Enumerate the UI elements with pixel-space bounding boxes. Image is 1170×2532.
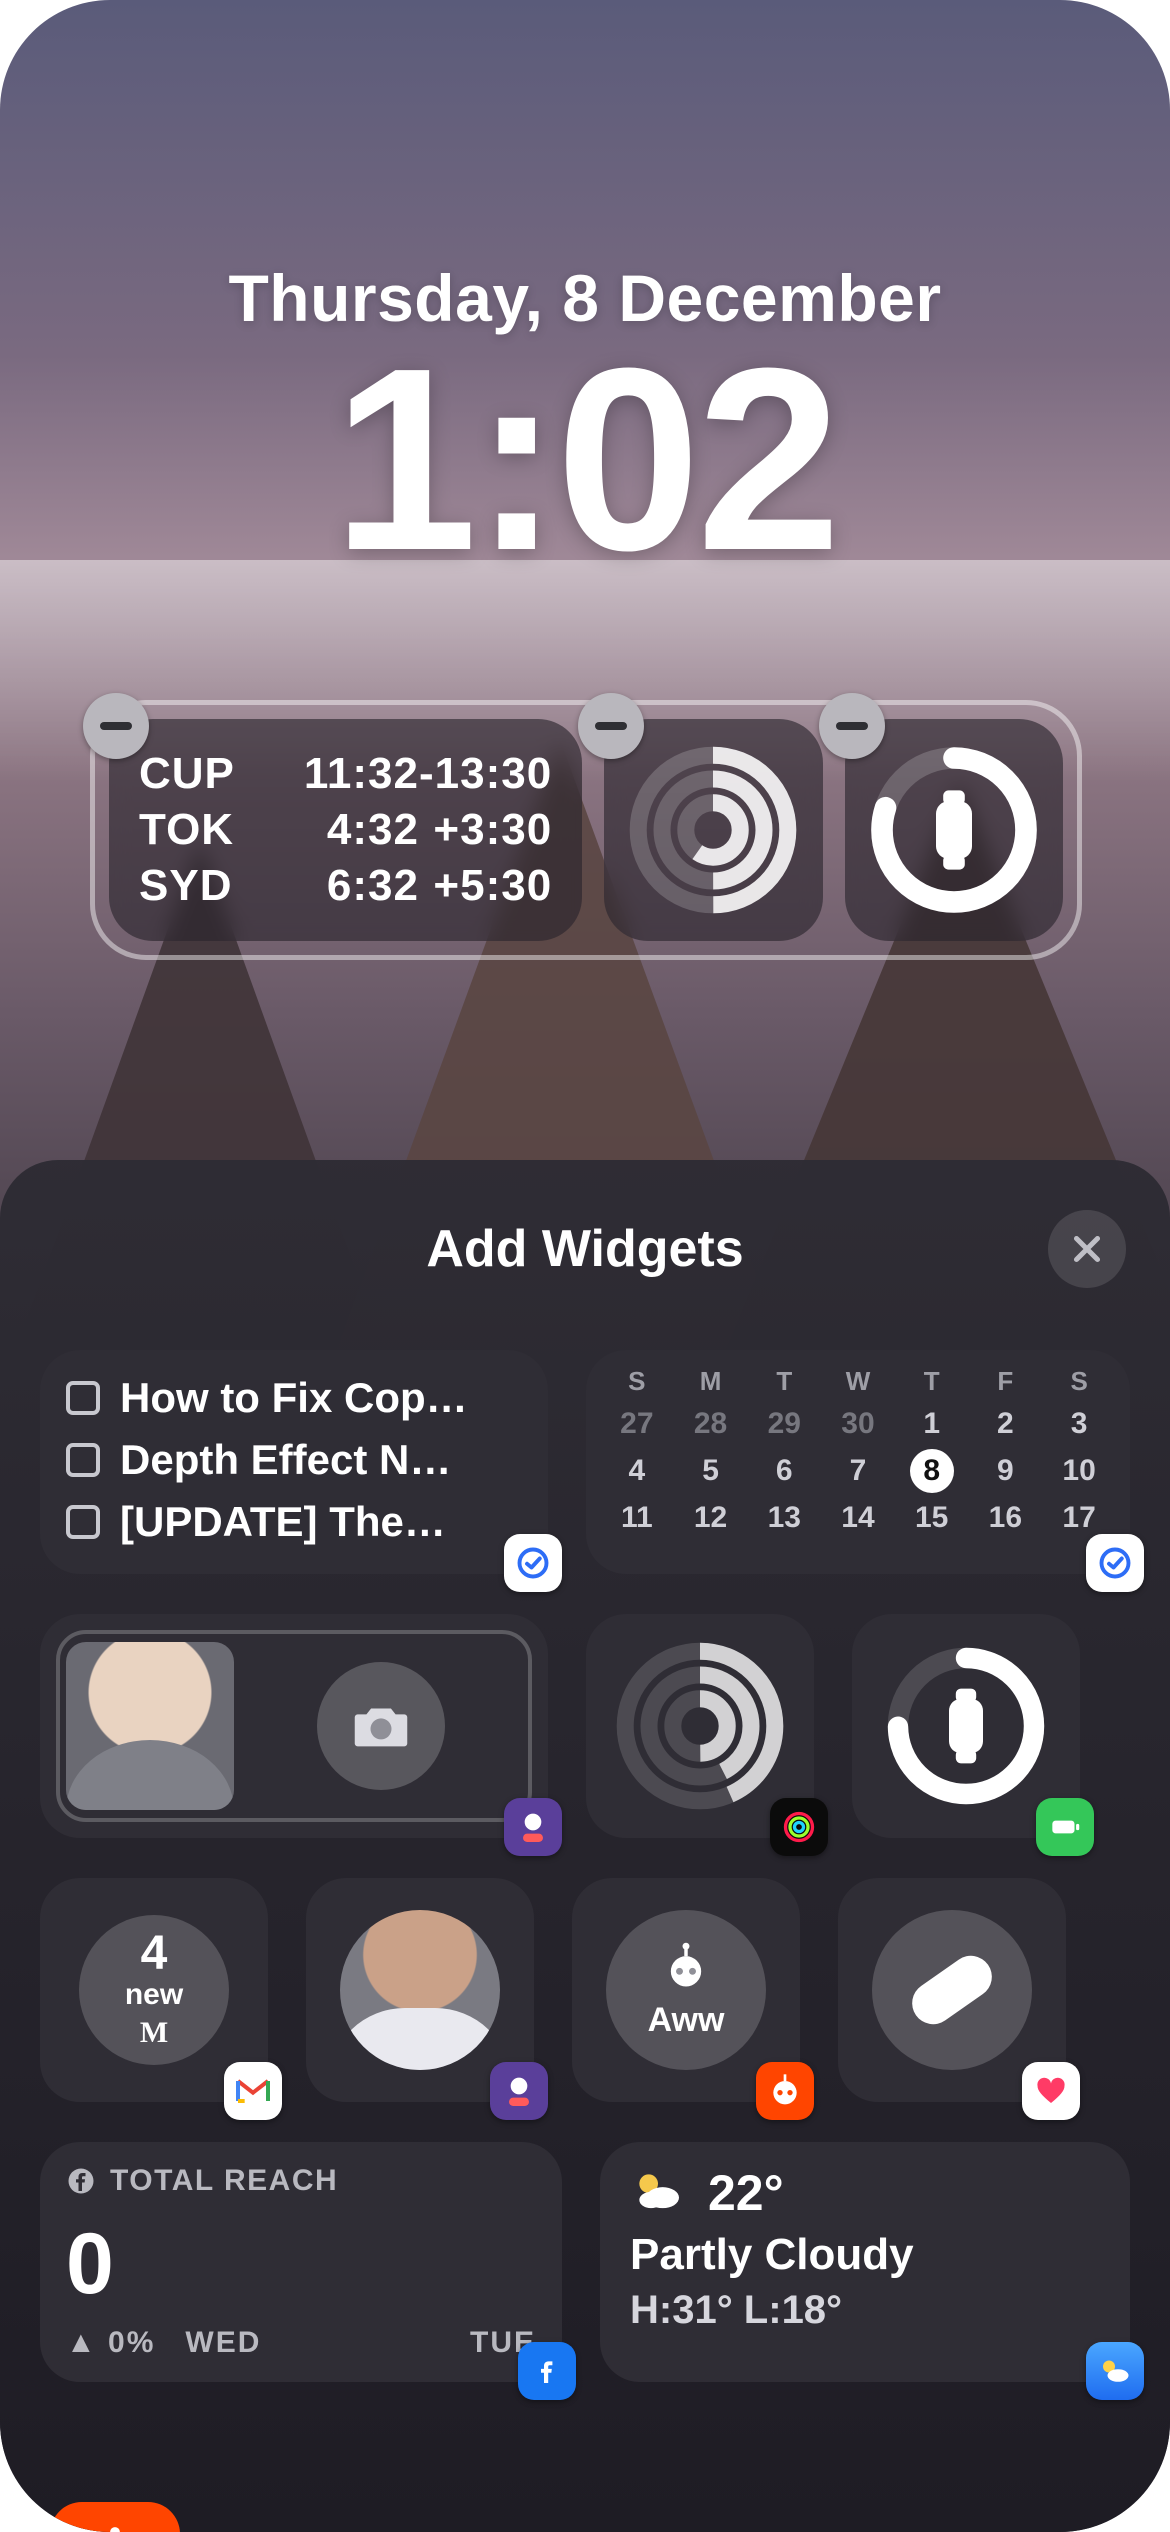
- widget-suggestion-row: Apollo: [40, 2502, 1130, 2532]
- lock-time[interactable]: 1:02: [0, 330, 1170, 590]
- reminder-item: [UPDATE] The…: [66, 1498, 522, 1546]
- worldclock-time: 11:32: [269, 749, 419, 799]
- widget-facebook-reach[interactable]: TOTAL REACH 0 ▲ 0% WED TUE: [40, 2142, 562, 2382]
- widget-fitness-rings[interactable]: [586, 1614, 814, 1838]
- remove-widget-button[interactable]: [819, 693, 885, 759]
- facebook-icon: [66, 2166, 96, 2196]
- app-badge-apollo-icon: [756, 2062, 814, 2120]
- fitness-rings-icon: [615, 1641, 785, 1811]
- sheet-title: Add Widgets: [426, 1219, 743, 1279]
- app-badge-weather-icon: [1086, 2342, 1144, 2400]
- worldclock-city: CUP: [139, 749, 269, 799]
- widget-weather[interactable]: 22° Partly Cloudy H:31° L:18°: [600, 2142, 1130, 2382]
- device-frame: Thursday, 8 December 1:02 CUP 11:32 -13:…: [0, 0, 1170, 2532]
- app-badge-things-icon: [504, 1534, 562, 1592]
- worldclock-offset: -13:30: [419, 749, 552, 799]
- weather-temp: 22°: [708, 2164, 784, 2222]
- gmail-label: new: [125, 1980, 183, 2010]
- widget-apollo[interactable]: Aww: [572, 1878, 800, 2102]
- weather-condition: Partly Cloudy: [630, 2230, 1100, 2280]
- weather-hilo: H:31° L:18°: [630, 2288, 1100, 2333]
- watch-battery-icon: [864, 740, 1044, 920]
- app-badge-amity-icon: [490, 2062, 548, 2120]
- fb-day-left: WED: [185, 2326, 261, 2360]
- app-badge-gmail-icon: [224, 2062, 282, 2120]
- gmail-count: 4: [141, 1930, 168, 1978]
- apollo-circle: Aww: [606, 1910, 766, 2070]
- reminder-item: Depth Effect N…: [66, 1436, 522, 1484]
- widget-memoji-camera[interactable]: [40, 1614, 548, 1838]
- pill-icon: [904, 1948, 1000, 2033]
- remove-widget-button[interactable]: [578, 693, 644, 759]
- robot-icon: [660, 1941, 712, 1993]
- apollo-label: Aww: [648, 2001, 725, 2040]
- add-widgets-sheet: Add Widgets How to Fix Cop… Depth Effect…: [0, 1160, 1170, 2532]
- lock-widget-strip[interactable]: CUP 11:32 -13:30 TOK 4:32 +3:30 SYD 6:32…: [90, 700, 1082, 960]
- gmail-m-icon: M: [140, 2016, 168, 2050]
- memoji-avatar: [66, 1642, 234, 1810]
- lock-widget-fitness-rings[interactable]: [604, 719, 822, 941]
- calendar-grid: SMTWTFS272829301234567891011121314151617: [586, 1350, 1130, 1551]
- camera-button: [317, 1662, 445, 1790]
- camera-icon: [346, 1691, 416, 1761]
- fitness-rings-icon: [628, 745, 798, 915]
- app-badge-things-icon: [1086, 1534, 1144, 1592]
- watch-battery-icon: [881, 1641, 1051, 1811]
- app-badge-fitness-icon: [770, 1798, 828, 1856]
- widget-contact[interactable]: [306, 1878, 534, 2102]
- app-badge-amity-icon: [504, 1798, 562, 1856]
- fb-title: TOTAL REACH: [110, 2164, 338, 2198]
- reminder-item: How to Fix Cop…: [66, 1374, 522, 1422]
- fb-delta: ▲ 0%: [66, 2326, 155, 2360]
- suggestion-apollo-icon[interactable]: [50, 2502, 180, 2532]
- pill-circle: [872, 1910, 1032, 2070]
- widget-calendar[interactable]: SMTWTFS272829301234567891011121314151617: [586, 1350, 1130, 1574]
- checkbox-icon: [66, 1443, 100, 1477]
- partly-cloudy-icon: [630, 2165, 686, 2221]
- fb-value: 0: [66, 2221, 536, 2307]
- gmail-circle: 4 new M: [79, 1915, 229, 2065]
- widget-gmail[interactable]: 4 new M: [40, 1878, 268, 2102]
- app-badge-battery-icon: [1036, 1798, 1094, 1856]
- contact-avatar: [340, 1910, 500, 2070]
- lock-widget-worldclock[interactable]: CUP 11:32 -13:30 TOK 4:32 +3:30 SYD 6:32…: [109, 719, 582, 941]
- close-icon: [1069, 1231, 1105, 1267]
- app-badge-health-icon: [1022, 2062, 1080, 2120]
- close-button[interactable]: [1048, 1210, 1126, 1288]
- widget-reminders[interactable]: How to Fix Cop… Depth Effect N… [UPDATE]…: [40, 1350, 548, 1574]
- checkbox-icon: [66, 1505, 100, 1539]
- lock-widget-watch-battery[interactable]: [845, 719, 1063, 941]
- widget-watch-battery[interactable]: [852, 1614, 1080, 1838]
- worldclock-table: CUP 11:32 -13:30 TOK 4:32 +3:30 SYD 6:32…: [109, 735, 582, 925]
- remove-widget-button[interactable]: [83, 693, 149, 759]
- app-badge-facebook-icon: [518, 2342, 576, 2400]
- widget-medications[interactable]: [838, 1878, 1066, 2102]
- checkbox-icon: [66, 1381, 100, 1415]
